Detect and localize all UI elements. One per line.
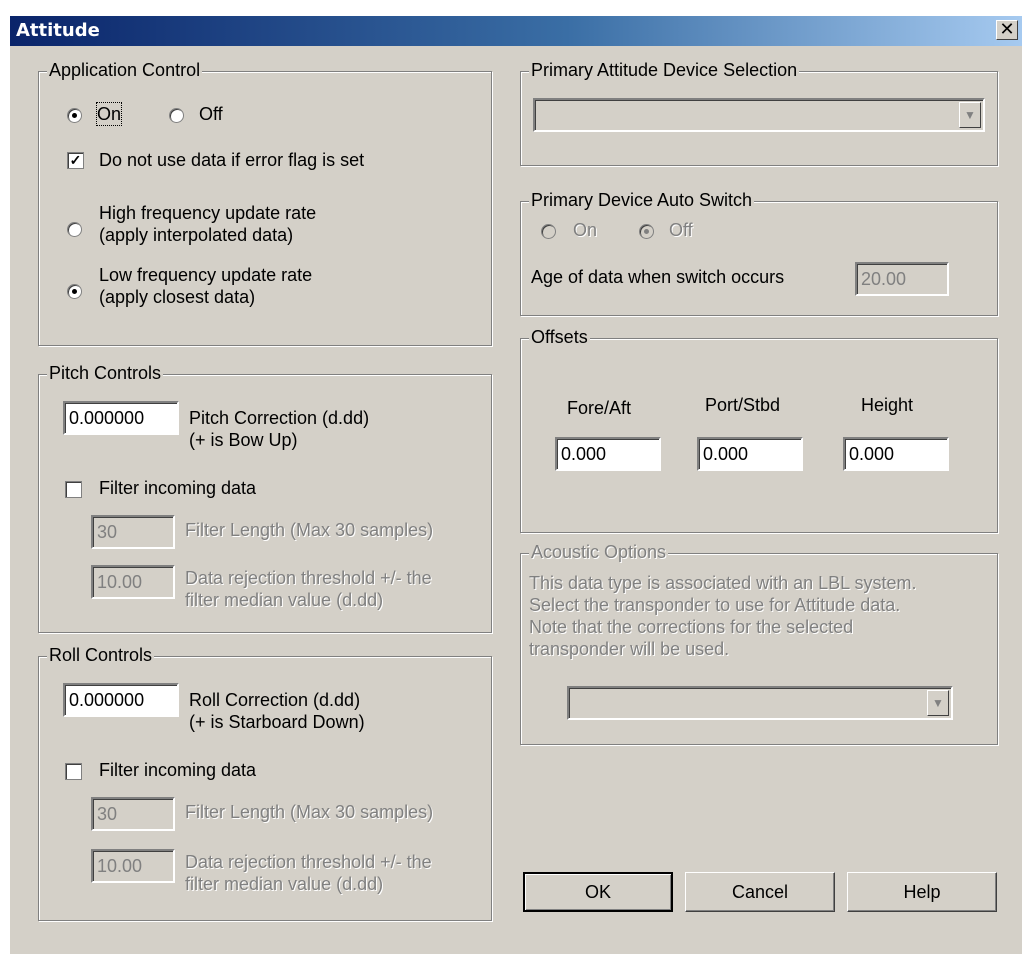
roll-threshold-input[interactable]: 10.00 (91, 849, 175, 883)
height-label: Height (861, 395, 914, 415)
auto-switch-group: Primary Device Auto Switch On Off Age of… (520, 190, 998, 316)
error-flag-label[interactable]: Do not use data if error flag is set (99, 149, 364, 171)
low-freq-label-2[interactable]: (apply closest data) (99, 286, 255, 308)
roll-filter-checkbox[interactable] (65, 763, 82, 780)
app-off-radio[interactable] (169, 108, 184, 123)
radio-dot (72, 289, 77, 294)
roll-controls-legend: Roll Controls (47, 645, 155, 666)
application-control-legend: Application Control (47, 60, 203, 81)
radio-dot (644, 229, 649, 234)
acoustic-text-line-1: This data type is associated with an LBL… (529, 573, 917, 593)
acoustic-options-group: Acoustic Options This data type is assoc… (520, 542, 998, 745)
roll-correction-input[interactable]: 0.000000 (63, 683, 179, 717)
app-on-radio[interactable] (67, 108, 82, 123)
offsets-legend: Offsets (529, 327, 590, 348)
title-bar: Attitude ✕ (10, 16, 1022, 46)
app-on-label[interactable]: On (95, 102, 123, 126)
chevron-down-icon[interactable]: ▼ (959, 102, 981, 128)
help-button[interactable]: Help (847, 872, 997, 912)
offsets-group: Offsets Fore/Aft Port/Stbd Height 0.000 … (520, 327, 998, 533)
height-input[interactable]: 0.000 (843, 437, 949, 471)
high-freq-label-2[interactable]: (apply interpolated data) (99, 224, 293, 246)
age-of-data-label: Age of data when switch occurs (531, 267, 785, 287)
window-title: Attitude (16, 20, 100, 41)
application-control-group: Application Control On Off ✓ Do not use … (38, 60, 492, 346)
pitch-filter-checkbox[interactable] (65, 481, 82, 498)
roll-threshold-label-1: Data rejection threshold +/- the (185, 852, 432, 872)
app-off-label[interactable]: Off (199, 103, 223, 125)
fore-aft-input[interactable]: 0.000 (555, 437, 661, 471)
acoustic-options-legend: Acoustic Options (529, 542, 669, 563)
acoustic-text-line-3: Note that the corrections for the select… (529, 617, 854, 637)
ok-button[interactable]: OK (523, 872, 673, 912)
auto-switch-off-radio[interactable] (639, 224, 654, 239)
roll-controls-group: Roll Controls 0.000000 Roll Correction (… (38, 645, 492, 921)
pitch-correction-label-2: (+ is Bow Up) (189, 430, 298, 450)
high-freq-radio[interactable] (67, 222, 82, 237)
roll-filter-label[interactable]: Filter incoming data (99, 759, 256, 781)
transponder-select[interactable]: ▼ (567, 686, 953, 720)
pitch-correction-input[interactable]: 0.000000 (63, 401, 179, 435)
high-freq-label-1[interactable]: High frequency update rate (99, 202, 316, 224)
roll-threshold-label-2: filter median value (d.dd) (185, 874, 384, 894)
pitch-correction-label-1: Pitch Correction (d.dd) (189, 408, 370, 428)
auto-switch-on-label[interactable]: On (573, 219, 597, 241)
acoustic-text-line-2: Select the transponder to use for Attitu… (529, 595, 901, 615)
pitch-controls-group: Pitch Controls 0.000000 Pitch Correction… (38, 363, 492, 633)
chevron-down-icon[interactable]: ▼ (927, 690, 949, 716)
roll-filter-length-label: Filter Length (Max 30 samples) (185, 802, 434, 822)
auto-switch-legend: Primary Device Auto Switch (529, 190, 755, 211)
pitch-filter-length-input[interactable]: 30 (91, 515, 175, 549)
device-selection-group: Primary Attitude Device Selection ▼ (520, 60, 998, 166)
close-icon: ✕ (999, 19, 1015, 40)
pitch-threshold-label-2: filter median value (d.dd) (185, 590, 384, 610)
pitch-filter-length-label: Filter Length (Max 30 samples) (185, 520, 434, 540)
acoustic-text-line-4: transponder will be used. (529, 639, 730, 659)
device-select[interactable]: ▼ (533, 98, 985, 132)
pitch-threshold-label-1: Data rejection threshold +/- the (185, 568, 432, 588)
port-stbd-input[interactable]: 0.000 (697, 437, 803, 471)
pitch-filter-label[interactable]: Filter incoming data (99, 477, 256, 499)
attitude-dialog: Attitude ✕ Application Control On Off ✓ … (10, 16, 1022, 954)
pitch-controls-legend: Pitch Controls (47, 363, 164, 384)
roll-filter-length-input[interactable]: 30 (91, 797, 175, 831)
error-flag-checkbox[interactable]: ✓ (67, 152, 84, 169)
device-selection-legend: Primary Attitude Device Selection (529, 60, 800, 81)
pitch-threshold-input[interactable]: 10.00 (91, 565, 175, 599)
low-freq-label-1[interactable]: Low frequency update rate (99, 264, 312, 286)
close-button[interactable]: ✕ (996, 20, 1018, 40)
port-stbd-label: Port/Stbd (705, 395, 781, 415)
low-freq-radio[interactable] (67, 284, 82, 299)
cancel-button[interactable]: Cancel (685, 872, 835, 912)
auto-switch-off-label[interactable]: Off (669, 219, 693, 241)
age-of-data-input[interactable]: 20.00 (855, 262, 949, 296)
fore-aft-label: Fore/Aft (567, 398, 632, 418)
roll-correction-label-2: (+ is Starboard Down) (189, 712, 365, 732)
auto-switch-on-radio[interactable] (541, 224, 556, 239)
roll-correction-label-1: Roll Correction (d.dd) (189, 690, 361, 710)
radio-dot (72, 113, 77, 118)
